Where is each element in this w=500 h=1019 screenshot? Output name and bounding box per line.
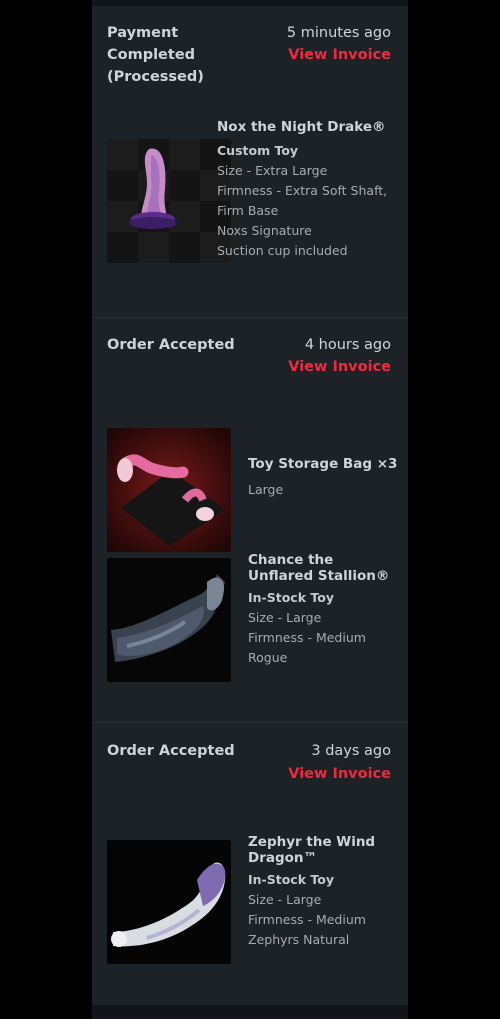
item-addon: Suction cup included (217, 243, 348, 258)
item-firmness: Firmness - Medium (248, 912, 366, 927)
item-size: Size - Large (248, 892, 322, 907)
item-size: Size - Large (248, 610, 322, 625)
item-firmness: Firmness - Medium (248, 630, 366, 645)
order-item-chance: Chance the Unflared Stallion® In-Stock T… (248, 552, 398, 668)
item-color: Rogue (248, 650, 288, 665)
item-name: Chance the Unflared Stallion® (248, 552, 390, 584)
order-divider (92, 317, 408, 318)
item-color: Noxs Signature (217, 223, 312, 238)
item-firmness-cont: Firm Base (217, 203, 279, 218)
order-status: Order Accepted (107, 337, 235, 353)
product-image-chance[interactable] (107, 558, 231, 682)
item-type: In-Stock Toy (248, 590, 334, 605)
order-item-storage-bag: Toy Storage Bag ×3 Large (248, 456, 397, 500)
order-history-panel: Payment Completed (Processed) 5 minutes … (92, 6, 408, 1005)
order-item-nox: Nox the Night Drake® Custom Toy Size - E… (217, 119, 387, 261)
item-type: Custom Toy (217, 143, 299, 158)
product-image-nox[interactable] (107, 139, 231, 263)
item-name: Zephyr the Wind Dragon™ (248, 834, 376, 866)
order-time: 4 hours ago (304, 337, 391, 353)
order-divider (92, 722, 408, 723)
order-time: 5 minutes ago (286, 25, 391, 41)
item-name: Toy Storage Bag ×3 (248, 456, 398, 472)
item-name: Nox the Night Drake® (217, 119, 386, 135)
item-firmness: Firmness - Extra Soft Shaft, (217, 183, 388, 198)
view-invoice-link[interactable]: View Invoice (288, 356, 391, 378)
order-item-zephyr: Zephyr the Wind Dragon™ In-Stock Toy Siz… (248, 834, 398, 950)
item-color: Zephyrs Natural (248, 932, 350, 947)
view-invoice-link[interactable]: View Invoice (288, 763, 391, 785)
item-type: In-Stock Toy (248, 872, 334, 887)
order-status: Order Accepted (107, 743, 235, 759)
order-time: 3 days ago (311, 743, 391, 759)
item-size: Size - Extra Large (217, 163, 328, 178)
order-status: Payment Completed (Processed) (107, 25, 204, 85)
item-size: Large (248, 482, 284, 497)
view-invoice-link[interactable]: View Invoice (288, 44, 391, 66)
bottom-edge (92, 1005, 408, 1019)
product-image-storage-bag[interactable] (107, 428, 231, 552)
product-image-zephyr[interactable] (107, 840, 231, 964)
